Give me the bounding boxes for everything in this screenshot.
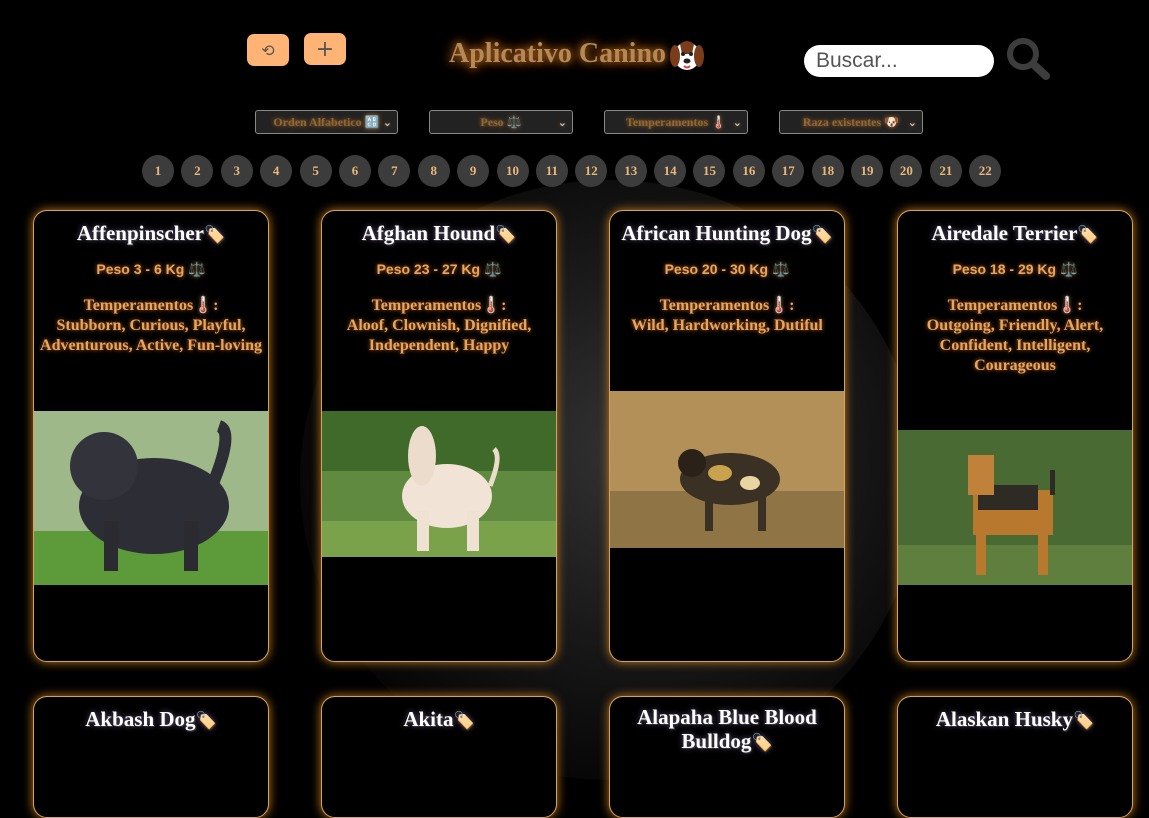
page-button[interactable]: 19 <box>851 155 884 187</box>
page-button[interactable]: 14 <box>654 155 687 187</box>
scale-icon: ⚖️ <box>1059 261 1078 277</box>
page-button[interactable]: 13 <box>614 155 647 187</box>
card-title: Alaskan Husky <box>935 707 1073 731</box>
chevron-down-icon: ⌄ <box>557 115 567 129</box>
page-button[interactable]: 1 <box>142 155 174 187</box>
dog-card[interactable]: Afghan Hound🏷️ Peso 23 - 27 Kg ⚖️ Temper… <box>321 210 557 662</box>
page-button[interactable]: 9 <box>457 155 490 187</box>
chevron-down-icon: ⌄ <box>907 115 917 129</box>
scale-icon: ⚖️ <box>188 261 206 277</box>
chevron-down-icon: ⌄ <box>382 115 392 129</box>
card-title: African Hunting Dog <box>621 221 812 245</box>
card-temperaments: Wild, Hardworking, Dutiful <box>631 317 823 334</box>
page-button[interactable]: 5 <box>299 155 332 187</box>
dog-card[interactable]: Alaskan Husky🏷️ <box>897 696 1133 818</box>
dog-card[interactable]: African Hunting Dog🏷️ Peso 20 - 30 Kg ⚖️… <box>609 210 845 662</box>
page-button[interactable]: 3 <box>220 155 253 187</box>
refresh-button[interactable]: ⟲ <box>247 34 289 66</box>
card-title: Akita <box>403 707 454 731</box>
page-button[interactable]: 2 <box>181 155 214 187</box>
card-title: Afghan Hound <box>361 221 496 245</box>
card-temperaments: Aloof, Clownish, Dignified, Independent,… <box>346 317 532 354</box>
card-temperaments: Outgoing, Friendly, Alert, Confident, In… <box>926 317 1104 374</box>
card-weight: Peso 3 - 6 Kg <box>96 261 185 277</box>
scale-icon: ⚖️ <box>483 261 502 277</box>
card-temperaments: Stubborn, Curious, Playful, Adventurous,… <box>40 317 262 354</box>
tag-icon: 🏷️ <box>204 225 226 245</box>
card-title: Airedale Terrier <box>931 221 1078 245</box>
existing-breeds-select[interactable]: Raza existentes 🐶 ⌄ <box>779 110 923 134</box>
chevron-down-icon: ⌄ <box>732 115 742 129</box>
existing-breeds-label: Raza existentes 🐶 <box>802 114 900 129</box>
tag-icon: 🏷️ <box>1077 225 1099 245</box>
add-button[interactable]: + <box>304 33 346 65</box>
dog-card[interactable]: Alapaha Blue Blood Bulldog🏷️ <box>609 696 845 818</box>
thermometer-icon: 🌡️ <box>769 297 790 314</box>
page-button[interactable]: 7 <box>378 155 411 187</box>
card-title: Affenpinscher <box>76 221 204 245</box>
weight-select[interactable]: Peso ⚖️ ⌄ <box>429 110 573 134</box>
tag-icon: 🏷️ <box>495 225 517 245</box>
page-button[interactable]: 11 <box>535 155 568 187</box>
plus-icon: + <box>315 36 335 62</box>
dog-photo <box>322 411 556 557</box>
search-icon <box>1007 38 1050 80</box>
search-input[interactable] <box>804 45 994 77</box>
temperament-label: Temperamentos <box>371 297 482 314</box>
temperament-label: Temperamentos <box>83 297 194 314</box>
dog-photo <box>34 411 268 585</box>
dog-card[interactable]: Akbash Dog🏷️ <box>33 696 269 818</box>
page-title: Aplicativo Canino <box>449 38 667 69</box>
thermometer-icon: 🌡️ <box>1057 297 1078 314</box>
sort-alphabetic-label: Orden Alfabetico 🔠 <box>273 114 380 129</box>
tag-icon: 🏷️ <box>1072 711 1095 731</box>
dog-face-icon <box>668 36 706 79</box>
page-button[interactable]: 15 <box>693 155 726 187</box>
thermometer-icon: 🌡️ <box>193 297 214 314</box>
dog-photo <box>610 391 844 548</box>
thermometer-icon: 🌡️ <box>481 297 502 314</box>
sort-alphabetic-select[interactable]: Orden Alfabetico 🔠 ⌄ <box>255 110 398 134</box>
refresh-icon: ⟲ <box>261 40 275 60</box>
page-button[interactable]: 4 <box>260 155 293 187</box>
tag-icon: 🏷️ <box>453 711 475 731</box>
dog-card[interactable]: Akita🏷️ <box>321 696 557 818</box>
tag-icon: 🏷️ <box>751 733 773 753</box>
dog-photo <box>898 430 1132 585</box>
page-button[interactable]: 22 <box>969 155 1002 187</box>
tag-icon: 🏷️ <box>195 711 217 731</box>
card-weight: Peso 18 - 29 Kg <box>952 261 1057 277</box>
temperament-label: Temperamentos <box>947 297 1058 314</box>
page-button[interactable]: 16 <box>732 155 765 187</box>
page-button[interactable]: 10 <box>496 155 529 187</box>
page-button[interactable]: 18 <box>811 155 844 187</box>
pagination: 1 2 3 4 5 6 7 8 9 10 11 12 13 14 15 16 1… <box>142 155 1002 187</box>
search-button[interactable] <box>1005 36 1051 85</box>
card-weight: Peso 23 - 27 Kg <box>376 261 481 277</box>
weight-select-label: Peso ⚖️ <box>480 114 522 129</box>
scale-icon: ⚖️ <box>771 261 790 277</box>
tag-icon: 🏷️ <box>811 225 833 245</box>
page-button[interactable]: 20 <box>890 155 923 187</box>
page-button[interactable]: 8 <box>417 155 450 187</box>
temperament-select[interactable]: Temperamentos 🌡️ ⌄ <box>604 110 748 134</box>
page-button[interactable]: 6 <box>338 155 371 187</box>
page-button[interactable]: 21 <box>929 155 962 187</box>
temperament-label: Temperamentos <box>659 297 770 314</box>
card-title: Akbash Dog <box>85 707 196 731</box>
dog-card[interactable]: Affenpinscher🏷️ Peso 3 - 6 Kg ⚖️ Tempera… <box>33 210 269 662</box>
temperament-select-label: Temperamentos 🌡️ <box>625 114 727 129</box>
card-title: Alapaha Blue Blood Bulldog <box>637 705 817 753</box>
dog-card[interactable]: Airedale Terrier🏷️ Peso 18 - 29 Kg ⚖️ Te… <box>897 210 1133 662</box>
page-button[interactable]: 17 <box>772 155 805 187</box>
card-weight: Peso 20 - 30 Kg <box>664 261 769 277</box>
page-button[interactable]: 12 <box>575 155 608 187</box>
